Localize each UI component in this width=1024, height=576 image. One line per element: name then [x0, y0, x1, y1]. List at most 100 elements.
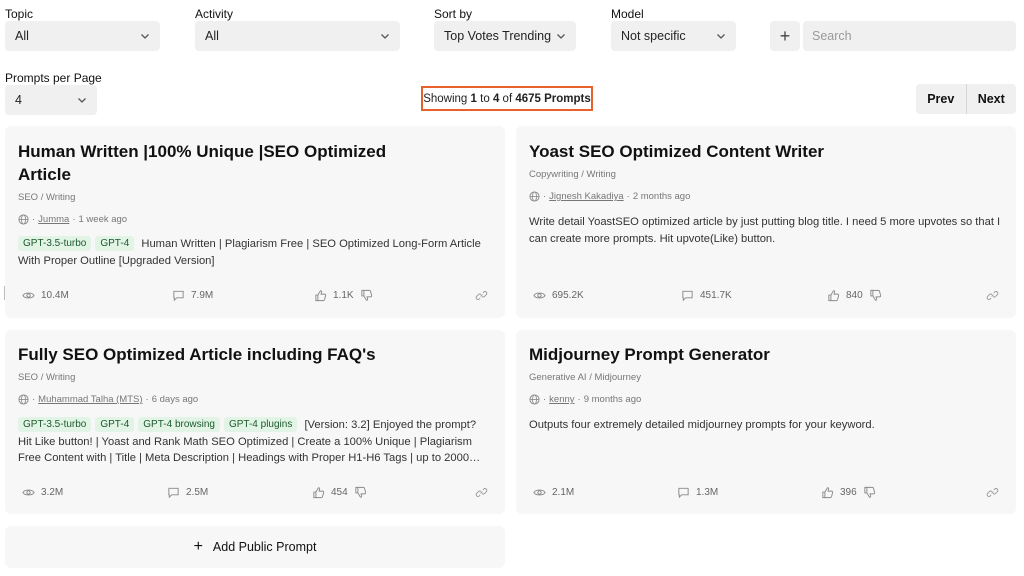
- card-author[interactable]: kenny: [549, 394, 574, 405]
- comments-count: 1.3M: [696, 487, 719, 498]
- thumbs-up-icon[interactable]: [821, 486, 834, 499]
- link-icon[interactable]: [986, 289, 999, 302]
- plus-icon: +: [193, 538, 203, 555]
- comment-icon: [172, 289, 185, 302]
- add-filter-button[interactable]: +: [770, 21, 800, 51]
- card-title-line2: Article: [18, 165, 71, 184]
- likes-count: 840: [846, 290, 863, 301]
- topic-value: All: [15, 29, 29, 43]
- card-meta: · kenny · 9 months ago: [529, 394, 641, 405]
- likes-stat: 454: [312, 486, 367, 499]
- link-icon[interactable]: [475, 486, 488, 499]
- card-author[interactable]: Jignesh Kakadiya: [549, 191, 623, 202]
- add-public-prompt-button[interactable]: + Add Public Prompt: [5, 526, 505, 568]
- thumbs-down-icon[interactable]: [360, 289, 373, 302]
- plus-icon: +: [779, 25, 791, 46]
- showing-to: 4: [492, 92, 500, 105]
- activity-value: All: [205, 29, 219, 43]
- model-tag: GPT-4: [95, 236, 135, 251]
- card-category[interactable]: SEO / Writing: [18, 192, 75, 203]
- card-title-line1: Human Written |100% Unique |SEO Optimize…: [18, 142, 387, 161]
- card-author[interactable]: Muhammad Talha (MTS): [38, 394, 142, 405]
- chevron-down-icon: [140, 31, 150, 41]
- activity-select[interactable]: All: [195, 21, 400, 51]
- eye-icon: [22, 289, 35, 302]
- model-tag: GPT-3.5-turbo: [18, 236, 92, 251]
- card-description-text: Write detail YoastSEO optimized article …: [529, 216, 1001, 245]
- results-count: Showing 1 to 4 of 4675 Prompts: [421, 86, 593, 111]
- card-title-line1: Fully SEO Optimized Article including FA…: [18, 345, 376, 364]
- prompt-card[interactable]: Yoast SEO Optimized Content Writer Copyw…: [516, 126, 1016, 318]
- card-title-line1: Yoast SEO Optimized Content Writer: [529, 142, 825, 161]
- model-tag: GPT-3.5-turbo: [18, 417, 92, 432]
- copy-link[interactable]: [475, 289, 488, 302]
- model-tag: GPT-4: [95, 417, 135, 432]
- eye-icon: [533, 486, 546, 499]
- copy-link[interactable]: [475, 486, 488, 499]
- comments-stat: 451.7K: [681, 289, 732, 302]
- model-tag: GPT-4 browsing: [138, 417, 220, 432]
- card-description: Outputs four extremely detailed midjourn…: [529, 417, 1002, 434]
- search-input[interactable]: [803, 21, 1016, 51]
- card-meta: · Jignesh Kakadiya · 2 months ago: [529, 191, 690, 202]
- prev-button[interactable]: Prev: [916, 84, 966, 114]
- model-label: Model: [611, 7, 644, 21]
- likes-stat: 396: [821, 486, 876, 499]
- comments-stat: 7.9M: [172, 289, 213, 302]
- link-icon[interactable]: [986, 486, 999, 499]
- showing-prefix: Showing: [423, 92, 468, 105]
- card-meta: · Muhammad Talha (MTS) · 6 days ago: [18, 394, 198, 405]
- card-description-text: Outputs four extremely detailed midjourn…: [529, 419, 875, 431]
- prompt-card[interactable]: Midjourney Prompt Generator Generative A…: [516, 330, 1016, 514]
- card-category[interactable]: SEO / Writing: [18, 372, 75, 383]
- chevron-down-icon: [380, 31, 390, 41]
- likes-count: 454: [331, 487, 348, 498]
- per-page-select[interactable]: 4: [5, 85, 97, 115]
- sort-by-select[interactable]: Top Votes Trending: [434, 21, 576, 51]
- card-stats: 10.4M 7.9M 1.1K: [18, 289, 491, 303]
- eye-icon: [533, 289, 546, 302]
- thumbs-down-icon[interactable]: [863, 486, 876, 499]
- prompt-card[interactable]: Human Written |100% Unique |SEO Optimize…: [5, 126, 505, 318]
- card-time: 6 days ago: [151, 394, 199, 405]
- thumbs-down-icon[interactable]: [354, 486, 367, 499]
- pagination: Prev Next: [916, 84, 1016, 114]
- likes-stat: 840: [827, 289, 882, 302]
- copy-link[interactable]: [986, 486, 999, 499]
- topic-select[interactable]: All: [5, 21, 160, 51]
- comments-count: 451.7K: [700, 290, 732, 301]
- thumbs-up-icon[interactable]: [827, 289, 840, 302]
- add-public-prompt-label: Add Public Prompt: [212, 540, 317, 554]
- card-description: GPT-3.5-turbo GPT-4 Human Written | Plagi…: [18, 236, 491, 269]
- card-category[interactable]: Copywriting / Writing: [529, 169, 616, 180]
- comment-icon: [677, 486, 690, 499]
- activity-label: Activity: [195, 7, 234, 21]
- prompt-card[interactable]: Fully SEO Optimized Article including FA…: [5, 330, 505, 514]
- copy-link[interactable]: [986, 289, 999, 302]
- thumbs-down-icon[interactable]: [869, 289, 882, 302]
- comments-stat: 2.5M: [167, 486, 208, 499]
- comment-icon: [167, 486, 180, 499]
- card-title[interactable]: Human Written |100% Unique |SEO Optimize…: [18, 140, 386, 186]
- model-select[interactable]: Not specific: [611, 21, 736, 51]
- topic-label: Topic: [5, 7, 34, 21]
- link-icon[interactable]: [475, 289, 488, 302]
- chevron-down-icon: [556, 31, 566, 41]
- card-category[interactable]: Generative AI / Midjourney: [529, 372, 641, 383]
- card-time: 1 week ago: [78, 214, 128, 225]
- model-tag: GPT-4 plugins: [223, 417, 298, 432]
- eye-icon: [22, 486, 35, 499]
- thumbs-up-icon[interactable]: [312, 486, 325, 499]
- card-title[interactable]: Yoast SEO Optimized Content Writer: [529, 140, 824, 163]
- card-title-line1: Midjourney Prompt Generator: [529, 345, 770, 364]
- thumbs-up-icon[interactable]: [314, 289, 327, 302]
- views-stat: 3.2M: [22, 486, 63, 499]
- comments-stat: 1.3M: [677, 486, 718, 499]
- globe-icon: [18, 394, 29, 405]
- per-page-label: Prompts per Page: [5, 71, 102, 85]
- card-title[interactable]: Midjourney Prompt Generator: [529, 343, 770, 366]
- card-time: 9 months ago: [583, 394, 642, 405]
- card-author[interactable]: Jumma: [38, 214, 69, 225]
- card-title[interactable]: Fully SEO Optimized Article including FA…: [18, 343, 376, 366]
- next-button[interactable]: Next: [965, 84, 1017, 114]
